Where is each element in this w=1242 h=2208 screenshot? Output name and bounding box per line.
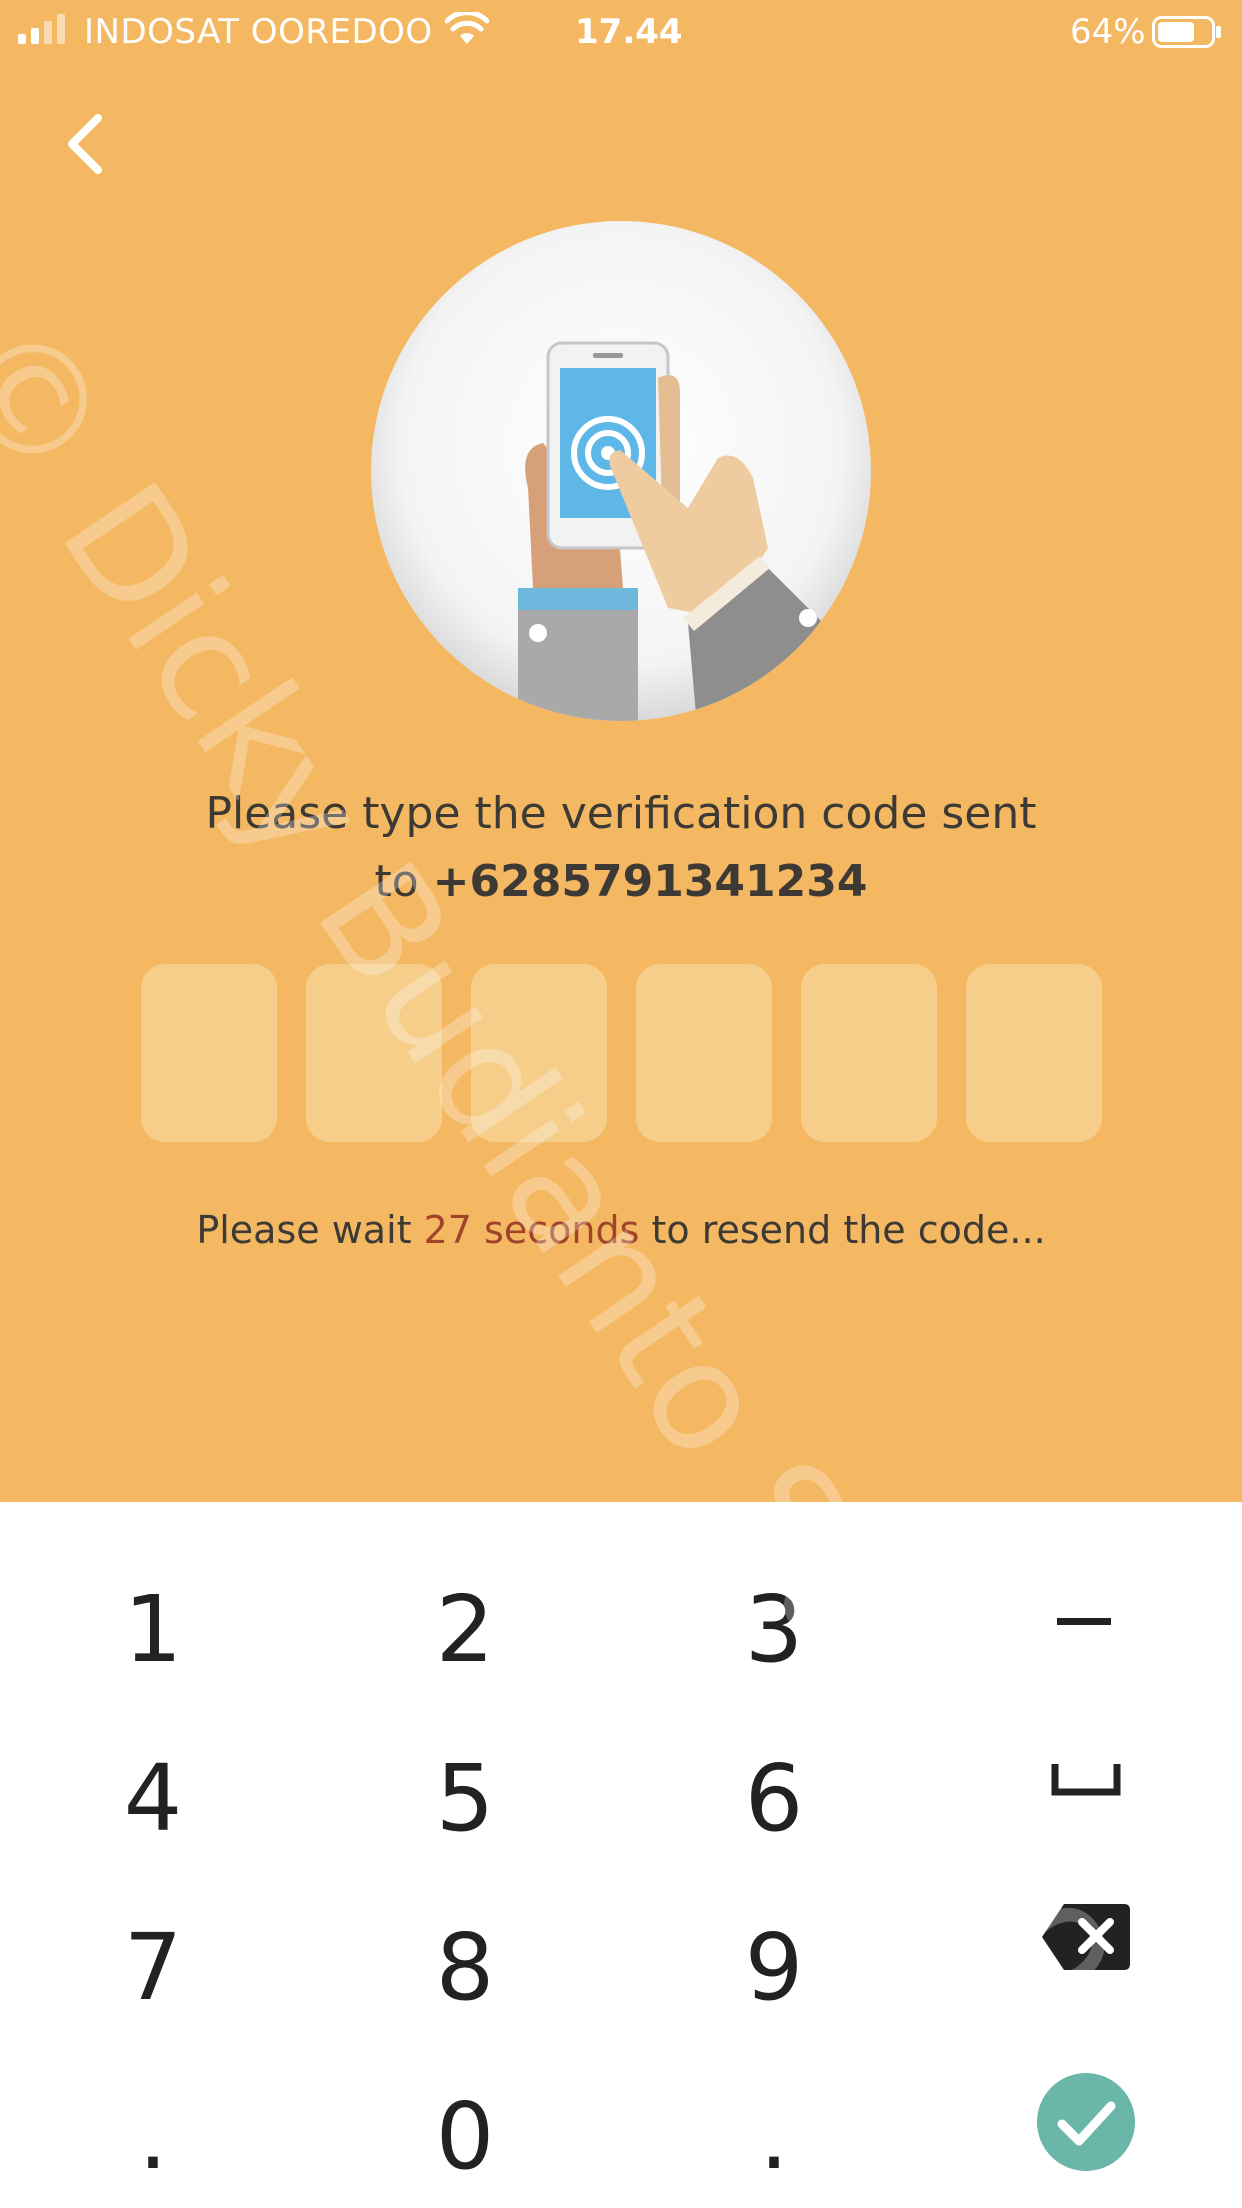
resend-text-after: to resend the code... — [639, 1208, 1046, 1252]
message-line: Please type the verification code sent — [205, 788, 1037, 839]
key-dot-right[interactable]: . — [674, 2067, 874, 2207]
carrier-name: INDOSAT OOREDOO — [84, 12, 433, 52]
key-6[interactable]: 6 — [674, 1729, 874, 1869]
key-7[interactable]: 7 — [53, 1898, 253, 2038]
key-8[interactable]: 8 — [365, 1898, 565, 2038]
key-5[interactable]: 5 — [365, 1729, 565, 1869]
numeric-keypad: 1 2 3 4 5 6 7 8 9 . 0 . — [0, 1502, 1242, 2208]
otp-digit-box-3[interactable] — [471, 964, 607, 1142]
status-bar: INDOSAT OOREDOO 17.44 64% — [0, 0, 1242, 64]
phone-number: +6285791341234 — [432, 856, 868, 907]
otp-digit-box-2[interactable] — [306, 964, 442, 1142]
key-3[interactable]: 3 — [674, 1560, 874, 1700]
key-2[interactable]: 2 — [365, 1560, 565, 1700]
resend-seconds: 27 seconds — [423, 1208, 640, 1252]
key-0[interactable]: 0 — [365, 2067, 565, 2207]
wifi-icon — [445, 12, 489, 44]
otp-digit-box-6[interactable] — [966, 964, 1102, 1142]
otp-digit-box-5[interactable] — [801, 964, 937, 1142]
check-icon[interactable] — [1036, 2072, 1136, 2172]
battery-icon — [1152, 16, 1221, 48]
verification-message: Please type the verification code sent t… — [120, 780, 1122, 916]
key-9[interactable]: 9 — [674, 1898, 874, 2038]
signal-icon — [18, 14, 65, 44]
back-chevron-icon[interactable] — [60, 112, 110, 176]
minus-icon[interactable] — [1055, 1612, 1115, 1632]
status-time: 17.44 — [575, 12, 683, 52]
verification-screen: INDOSAT OOREDOO 17.44 64% Please type th… — [0, 0, 1242, 1502]
otp-digit-box-4[interactable] — [636, 964, 772, 1142]
hand-holding-phone-illustration — [371, 221, 871, 721]
resend-text-before: Please wait — [196, 1208, 424, 1252]
backspace-icon[interactable] — [1040, 1902, 1132, 1972]
key-1[interactable]: 1 — [53, 1560, 253, 1700]
message-prefix: to — [374, 856, 433, 907]
space-icon[interactable] — [1050, 1760, 1122, 1800]
message-line-phone: to +6285791341234 — [120, 848, 1122, 916]
otp-digit-box-1[interactable] — [141, 964, 277, 1142]
resend-countdown: Please wait 27 seconds to resend the cod… — [120, 1208, 1122, 1252]
key-4[interactable]: 4 — [53, 1729, 253, 1869]
key-dot-left[interactable]: . — [53, 2067, 253, 2207]
battery-percentage: 64% — [1070, 12, 1146, 52]
